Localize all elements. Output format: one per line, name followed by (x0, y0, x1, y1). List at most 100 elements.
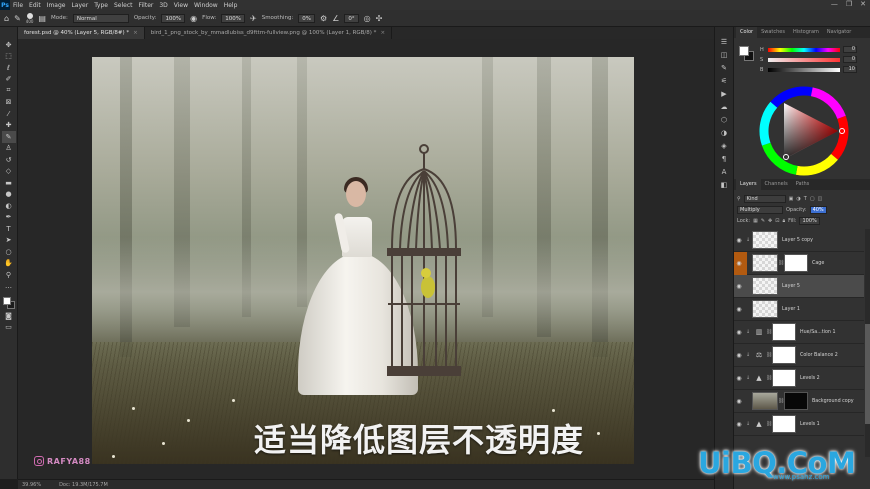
flow-field[interactable]: 100% (221, 13, 245, 23)
tab-color[interactable]: Color (736, 27, 758, 38)
lock-move-icon[interactable]: ✥ (768, 218, 772, 224)
color-wheel[interactable] (756, 83, 852, 181)
restore-icon[interactable]: ❐ (846, 0, 852, 8)
brightness-slider[interactable] (768, 67, 840, 72)
menu-3d[interactable]: 3D (156, 2, 170, 9)
lock-pixels-icon[interactable]: ▦ (753, 218, 758, 224)
filter-smart-icon[interactable]: ◫ (818, 196, 823, 202)
doc-size[interactable]: Doc: 19.3M/175.7M (59, 482, 108, 488)
paragraph-icon[interactable]: ¶ (717, 154, 731, 163)
layer-row-cage[interactable]: ◉ ⛓ Cage (734, 252, 864, 275)
menu-view[interactable]: View (171, 2, 191, 9)
layer-row-layer-1[interactable]: ◉ Layer 1 (734, 298, 864, 321)
hue-slider[interactable] (768, 47, 840, 52)
gear-icon[interactable]: ⚙ (320, 14, 327, 23)
color-swatches[interactable] (2, 296, 16, 310)
eye-icon[interactable]: ◉ (734, 283, 744, 290)
menu-edit[interactable]: Edit (26, 2, 44, 9)
symmetry-icon[interactable]: ✣ (376, 14, 383, 23)
eye-icon[interactable]: ◉ (734, 421, 744, 428)
menu-image[interactable]: Image (44, 2, 69, 9)
airbrush-icon[interactable]: ✈ (250, 14, 257, 23)
layer-row-levels-1[interactable]: ◉ ↓ ▲ ⛓ Levels 1 (734, 413, 864, 436)
frame-icon[interactable]: ⊠ (2, 97, 16, 109)
minimize-icon[interactable]: — (831, 0, 838, 8)
close-icon[interactable]: ✕ (860, 0, 866, 8)
home-icon[interactable]: ⌂ (4, 14, 9, 23)
menu-filter[interactable]: Filter (136, 2, 157, 9)
filter-pixel-icon[interactable]: ▣ (789, 196, 794, 202)
zoom-icon[interactable]: ⚲ (2, 269, 16, 281)
kind-filter-select[interactable]: Kind (743, 194, 786, 203)
layer-comps-icon[interactable]: ◧ (717, 180, 731, 189)
eraser-icon[interactable]: ◇ (2, 166, 16, 178)
stamp-icon[interactable]: ♙ (2, 143, 16, 155)
gradient-icon[interactable]: ▬ (2, 177, 16, 189)
blur-icon[interactable]: ● (2, 189, 16, 201)
tab-histogram[interactable]: Histogram (789, 27, 823, 38)
hue-value[interactable]: 0 (843, 46, 857, 53)
menu-layer[interactable]: Layer (68, 2, 91, 9)
tab-navigator[interactable]: Navigator (823, 27, 855, 38)
pressure-opacity-icon[interactable]: ◉ (190, 14, 197, 23)
fill-field[interactable]: 100% (799, 216, 820, 225)
canvas-area[interactable]: 适当降低图层不透明度 RAFYA88 (18, 39, 714, 479)
tab-forest[interactable]: forest.psd @ 40% (Layer 5, RGB/8#) * × (18, 27, 145, 39)
quick-select-icon[interactable]: ✐ (2, 74, 16, 86)
screen-mode-icon[interactable]: ▭ (2, 322, 16, 334)
foreground-color-swatch[interactable] (739, 46, 749, 56)
zoom-level[interactable]: 39.96% (22, 482, 41, 488)
menu-help[interactable]: Help (221, 2, 241, 9)
character-icon[interactable]: A (717, 167, 731, 176)
eye-icon[interactable]: ◉ (734, 375, 744, 382)
close-icon[interactable]: × (380, 30, 385, 36)
lock-paint-icon[interactable]: ✎ (761, 218, 765, 224)
path-select-icon[interactable]: ➤ (2, 235, 16, 247)
lock-all-icon[interactable]: 🔒︎ (782, 218, 785, 224)
styles-icon[interactable]: ◈ (717, 141, 731, 150)
pressure-size-icon[interactable]: ◎ (364, 14, 371, 23)
filter-type-icon[interactable]: T (804, 196, 807, 202)
shape-icon[interactable]: ○ (2, 246, 16, 258)
eye-icon[interactable]: ◉ (734, 398, 744, 405)
3d-icon[interactable]: ⬡ (717, 115, 731, 124)
layer-row-hue-saturation[interactable]: ◉ ↓ ▥ ⛓ Hue/Sa...tion 1 (734, 321, 864, 344)
saturation-value[interactable]: 0 (843, 56, 857, 63)
tab-swatches[interactable]: Swatches (757, 27, 789, 38)
layer-list[interactable]: ◉ ↓ Layer 5 copy ◉ ⛓ Cage ◉ Layer 5 ◉ La… (734, 229, 864, 436)
filter-shape-icon[interactable]: ▢ (810, 196, 815, 202)
adjustments-icon[interactable]: ◑ (717, 128, 731, 137)
tab-channels[interactable]: Channels (761, 179, 792, 190)
menu-type[interactable]: Type (91, 2, 111, 9)
libraries-icon[interactable]: ☁ (717, 102, 731, 111)
move-icon[interactable]: ✥ (2, 39, 16, 51)
eye-icon[interactable]: ◉ (734, 352, 744, 359)
pen-icon[interactable]: ✒ (2, 212, 16, 224)
blend-mode-select[interactable]: Multiply (737, 205, 783, 214)
layer-row-layer-5-copy[interactable]: ◉ ↓ Layer 5 copy (734, 229, 864, 252)
tab-layers[interactable]: Layers (736, 179, 761, 190)
layer-opacity-field[interactable]: 40% (809, 205, 827, 214)
crop-icon[interactable]: ⌗ (2, 85, 16, 97)
history-icon[interactable]: ☰ (717, 37, 731, 46)
mode-select[interactable]: Normal (72, 13, 129, 23)
eye-icon[interactable]: ◉ (734, 329, 744, 336)
brush-icon[interactable]: ✎ (1, 131, 16, 143)
angle-field[interactable]: 0° (344, 13, 359, 23)
lock-artboard-icon[interactable]: ⊡ (775, 218, 779, 224)
menu-window[interactable]: Window (191, 2, 221, 9)
menu-select[interactable]: Select (111, 2, 136, 9)
foreground-color-swatch[interactable] (2, 297, 11, 305)
dodge-icon[interactable]: ◐ (2, 200, 16, 212)
layers-scrollbar-thumb[interactable] (865, 324, 870, 424)
history-brush-icon[interactable]: ↺ (2, 154, 16, 166)
type-icon[interactable]: T (2, 223, 16, 235)
tab-paths[interactable]: Paths (792, 179, 814, 190)
angle-icon[interactable]: ∠ (332, 14, 339, 23)
menu-file[interactable]: File (10, 2, 26, 9)
brush-settings-icon[interactable]: ▤ (38, 14, 46, 23)
hand-icon[interactable]: ✋ (2, 258, 16, 270)
layer-row-background-copy[interactable]: ◉ ⛓ Background copy (734, 390, 864, 413)
filter-adjust-icon[interactable]: ◑ (796, 196, 800, 202)
smoothing-field[interactable]: 0% (298, 13, 316, 23)
